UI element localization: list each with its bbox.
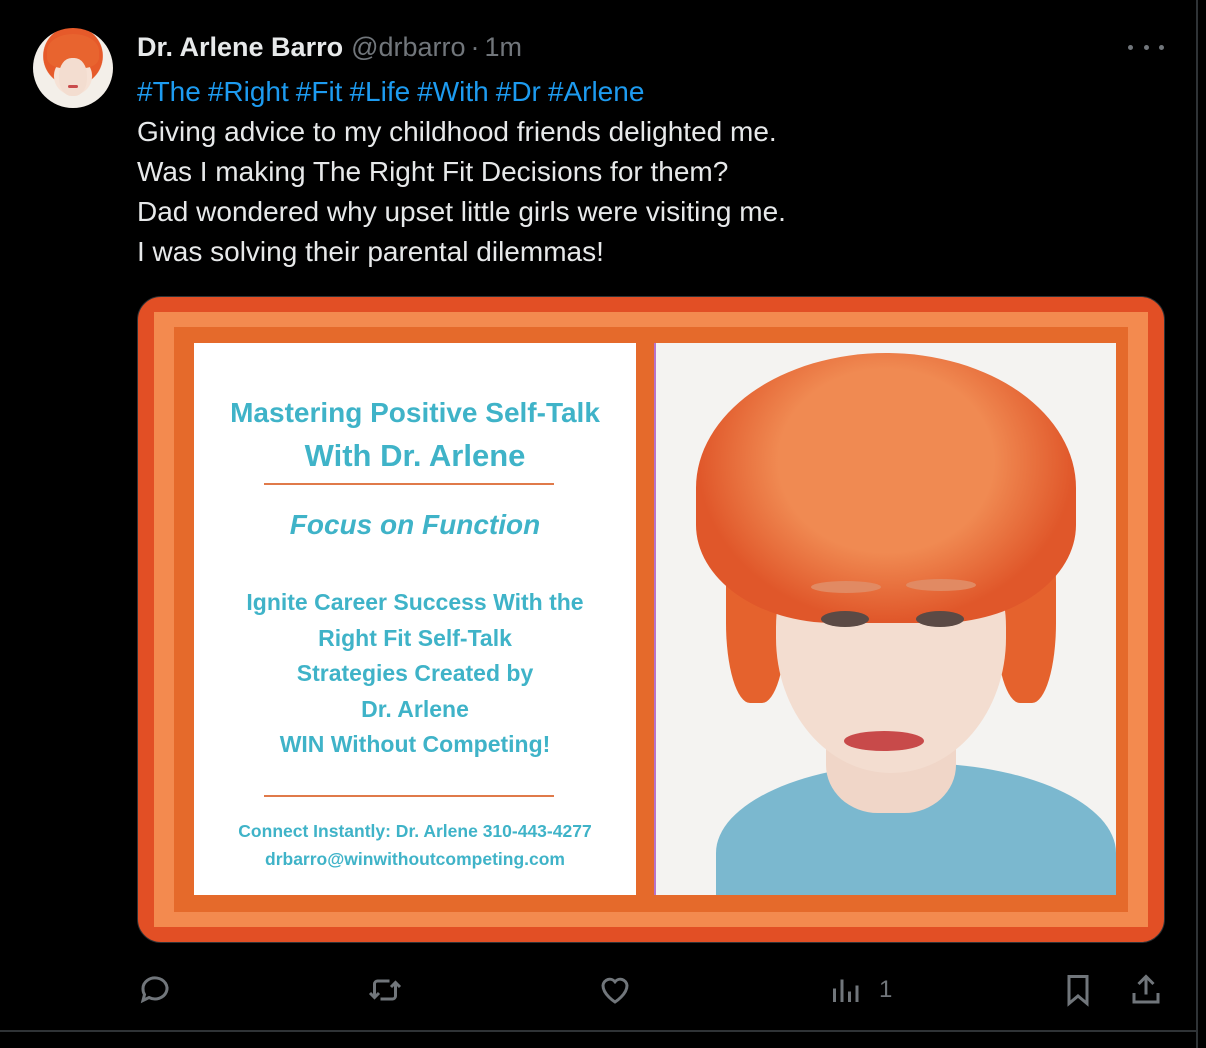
promo-body-line: Ignite Career Success With the [246, 589, 584, 615]
hashtag-link[interactable]: #Right [208, 76, 289, 107]
separator-dot: · [470, 31, 480, 62]
hashtag-link[interactable]: #Life [349, 76, 410, 107]
share-icon [1132, 974, 1160, 1004]
promo-title-line1: Mastering Positive Self-Talk [230, 397, 600, 428]
promo-focus: Focus on Function [289, 509, 541, 540]
views-count: 1 [879, 976, 893, 1003]
body-line: Dad wondered why upset little girls were… [137, 196, 786, 227]
promo-title-line2: With Dr. Arlene [304, 438, 526, 473]
divider-rule [264, 483, 554, 485]
action-bar: 1 [0, 966, 1206, 1014]
author-name[interactable]: Dr. Arlene Barro [137, 32, 343, 63]
share-button[interactable] [1128, 966, 1164, 1014]
tweet[interactable]: Dr. Arlene Barro @drbarro · 1m #The #Righ… [0, 0, 1206, 1048]
promo-body-line: Strategies Created by [296, 660, 534, 686]
timestamp[interactable]: 1m [485, 32, 523, 63]
contact-phone: Connect Instantly: Dr. Arlene 310-443-42… [238, 821, 592, 841]
body-line: I was solving their parental dilemmas! [137, 236, 604, 267]
hashtag-link[interactable]: #The [137, 76, 201, 107]
promo-body-line: WIN Without Competing! [279, 731, 551, 757]
hashtag-row: #The #Right #Fit #Life #With #Dr #Arlene [137, 72, 1137, 112]
promo-text-panel: Mastering Positive Self-Talk With Dr. Ar… [194, 343, 636, 895]
hashtag-link[interactable]: #With [417, 76, 489, 107]
bookmark-icon [1067, 975, 1089, 1007]
views-icon [833, 979, 859, 1002]
promo-body-line: Dr. Arlene [361, 695, 469, 722]
reply-button[interactable] [137, 966, 173, 1014]
promo-contact: Connect Instantly: Dr. Arlene 310-443-42… [194, 817, 636, 873]
promo-body: Ignite Career Success With the Right Fit… [194, 585, 636, 763]
column-border [1196, 0, 1198, 1048]
retweet-icon [368, 979, 402, 1001]
hashtag-link[interactable]: #Fit [296, 76, 343, 107]
like-button[interactable] [597, 966, 633, 1014]
divider-rule [264, 795, 554, 797]
hashtag-link[interactable]: #Dr [496, 76, 541, 107]
reply-icon [140, 976, 169, 1004]
hashtag-link[interactable]: #Arlene [548, 76, 645, 107]
retweet-button[interactable] [367, 966, 403, 1014]
views-button[interactable]: 1 [827, 966, 892, 1014]
promo-body-line: Right Fit Self-Talk [318, 624, 512, 651]
tweet-text: #The #Right #Fit #Life #With #Dr #Arlene Givin… [137, 72, 1137, 272]
tweet-header: Dr. Arlene Barro @drbarro · 1m [137, 30, 522, 64]
author-handle[interactable]: @drbarro [351, 32, 465, 63]
body-line: Giving advice to my childhood friends de… [137, 116, 777, 147]
bookmark-button[interactable] [1060, 966, 1096, 1014]
body-line: Was I making The Right Fit Decisions for… [137, 156, 729, 187]
heart-icon [601, 977, 629, 1004]
more-options-icon[interactable] [1128, 38, 1164, 56]
contact-email: drbarro@winwithoutcompeting.com [265, 849, 565, 869]
avatar[interactable] [33, 28, 113, 108]
portrait-photo [654, 343, 1116, 895]
tweet-divider [0, 1030, 1198, 1032]
promo-title: Mastering Positive Self-Talk With Dr. Ar… [194, 391, 636, 477]
media-image[interactable]: Mastering Positive Self-Talk With Dr. Ar… [137, 296, 1165, 943]
